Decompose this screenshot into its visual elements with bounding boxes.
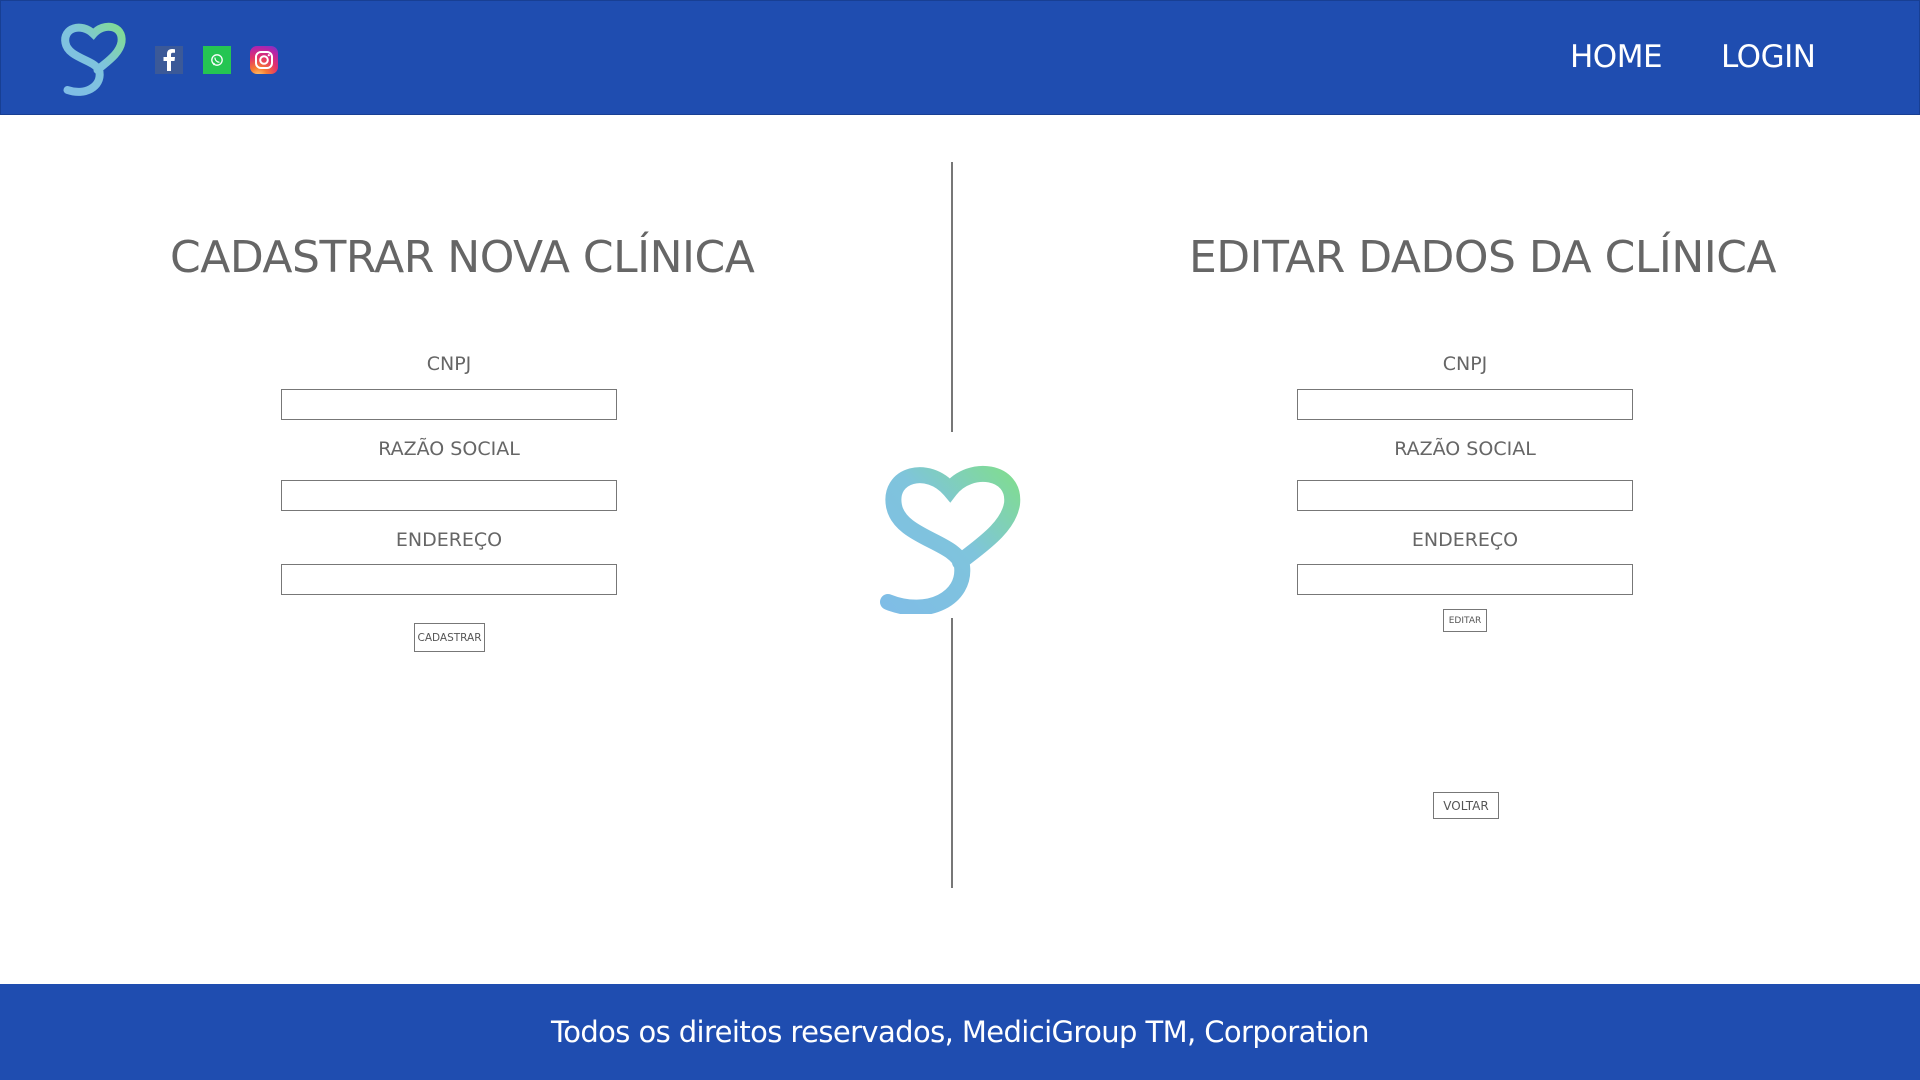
cnpj-label: CNPJ [426,353,472,375]
logo-icon [880,466,1021,614]
vertical-divider [951,618,953,888]
instagram-icon[interactable] [250,46,278,74]
register-razao-social-input[interactable] [281,480,617,511]
razao-social-label: RAZÃO SOCIAL [378,438,520,460]
logo-icon[interactable] [57,21,131,97]
register-cnpj-input[interactable] [281,389,617,420]
site-footer: Todos os direitos reservados, MediciGrou… [0,984,1920,1080]
facebook-icon[interactable] [155,46,183,74]
endereco-label: ENDEREÇO [1411,529,1519,551]
edit-endereco-input[interactable] [1297,564,1633,595]
edit-cnpj-input[interactable] [1297,389,1633,420]
razao-social-label: RAZÃO SOCIAL [1394,438,1536,460]
nav-home-link[interactable]: HOME [1570,39,1663,75]
vertical-divider [951,162,953,432]
cadastrar-button[interactable]: CADASTRAR [414,623,485,652]
cnpj-label: CNPJ [1442,353,1488,375]
site-header: HOME LOGIN [0,0,1920,115]
editar-button[interactable]: EDITAR [1443,609,1487,632]
footer-copyright: Todos os direitos reservados, MediciGrou… [551,1015,1370,1049]
nav-login-link[interactable]: LOGIN [1721,39,1816,75]
edit-title: EDITAR DADOS DA CLÍNICA [1189,232,1777,283]
voltar-button[interactable]: VOLTAR [1433,792,1499,819]
whatsapp-icon[interactable] [203,46,231,74]
edit-razao-social-input[interactable] [1297,480,1633,511]
register-title: CADASTRAR NOVA CLÍNICA [170,232,755,283]
register-endereco-input[interactable] [281,564,617,595]
endereco-label: ENDEREÇO [395,529,503,551]
